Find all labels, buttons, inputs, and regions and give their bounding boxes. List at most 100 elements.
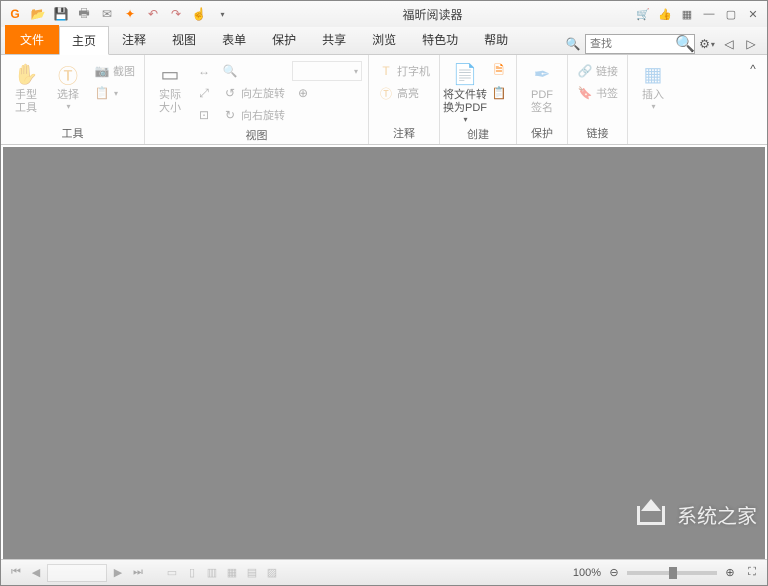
gear-icon[interactable]: ⚙▾ [697, 34, 717, 54]
text-select-icon: Ⓣ [55, 61, 81, 87]
prev-page-button[interactable]: ◀ [27, 564, 45, 582]
tab-protect[interactable]: 保护 [259, 25, 309, 54]
close-button[interactable]: ✕ [743, 5, 763, 23]
watermark: 系统之家 [633, 499, 757, 529]
fullscreen-icon[interactable]: ⛶ [743, 564, 761, 582]
group-protect-label: 保护 [531, 123, 553, 144]
zoom-in-icon: ⊕ [295, 85, 311, 101]
print-icon[interactable]: 🖶 [74, 4, 94, 24]
like-icon[interactable]: 👍 [655, 5, 675, 23]
zoom-combo[interactable]: ▾ [292, 61, 362, 81]
paste-pdf-icon: 📋 [491, 85, 507, 101]
cart-icon[interactable]: 🛒 [633, 5, 653, 23]
grid-icon[interactable]: ▦ [677, 5, 697, 23]
zoom-out-button[interactable]: 🔍 [219, 61, 288, 81]
zoom-in-status-button[interactable]: ⊕ [721, 564, 739, 582]
tab-browse[interactable]: 浏览 [359, 25, 409, 54]
zoom-out-status-button[interactable]: ⊖ [605, 564, 623, 582]
link-button[interactable]: 🔗 链接 [574, 61, 621, 81]
tab-file[interactable]: 文件 [5, 25, 59, 54]
rotate-right-button[interactable]: ↻ 向右旋转 [219, 105, 288, 125]
layout-facing-icon[interactable]: ▥ [203, 564, 221, 582]
last-page-button[interactable]: ⏭ [129, 564, 147, 582]
redo-icon[interactable]: ↷ [166, 4, 186, 24]
document-canvas: 系统之家 [3, 147, 765, 559]
tab-view[interactable]: 视图 [159, 25, 209, 54]
new-icon[interactable]: ✦ [120, 4, 140, 24]
clipboard-button[interactable]: 📋 ▾ [91, 83, 138, 103]
mail-icon[interactable]: ✉ [97, 4, 117, 24]
layout-book-icon[interactable]: ▤ [243, 564, 261, 582]
first-page-button[interactable]: ⏮ [7, 564, 25, 582]
typewriter-button[interactable]: T 打字机 [375, 61, 433, 81]
fit-visible-button[interactable]: ⊡ [193, 105, 215, 125]
snapshot-button[interactable]: 📷 截图 [91, 61, 138, 81]
status-bar: ⏮ ◀ ▶ ⏭ ▭ ▯ ▥ ▦ ▤ ▨ 100% ⊖ ⊕ ⛶ [1, 559, 767, 585]
rotate-right-icon: ↻ [222, 107, 238, 123]
blank-pdf-icon: 🗎 [491, 63, 507, 79]
quick-access-toolbar: G 📂 💾 🖶 ✉ ✦ ↶ ↷ ☝ ▾ 福昕阅读器 🛒 👍 ▦ — ▢ ✕ [1, 1, 767, 27]
fit-page-icon: ⤢ [196, 85, 212, 101]
hand-tool-button[interactable]: ✋ 手型 工具 [7, 61, 45, 115]
qat-more-icon[interactable]: ▾ [212, 4, 232, 24]
tab-feature[interactable]: 特色功 [409, 25, 471, 54]
group-create: 📄 将文件转 换为PDF ▾ 🗎 📋 创建 [440, 55, 517, 144]
sign-icon: ✒ [529, 61, 555, 87]
zoom-slider[interactable] [627, 571, 717, 575]
bookmark-button[interactable]: 🔖 书签 [574, 83, 621, 103]
layout-book2-icon[interactable]: ▨ [263, 564, 281, 582]
layout-cont-icon[interactable]: ▯ [183, 564, 201, 582]
tab-home[interactable]: 主页 [59, 26, 109, 55]
group-link: 🔗 链接 🔖 书签 链接 [568, 55, 628, 144]
layout-single-icon[interactable]: ▭ [163, 564, 181, 582]
actual-size-button[interactable]: ▭ 实际 大小 [151, 61, 189, 115]
insert-button[interactable]: ▦ 插入 ▾ [634, 61, 672, 111]
highlight-icon: Ⓣ [378, 85, 394, 101]
hand-icon: ✋ [13, 61, 39, 87]
save-icon[interactable]: 💾 [51, 4, 71, 24]
tab-share[interactable]: 共享 [309, 25, 359, 54]
highlight-button[interactable]: Ⓣ 高亮 [375, 83, 433, 103]
group-view-label: 视图 [246, 125, 268, 146]
rotate-left-button[interactable]: ↺ 向左旋转 [219, 83, 288, 103]
group-tools: ✋ 手型 工具 Ⓣ 选择 ▾ 📷 截图 📋 ▾ 工具 [1, 55, 145, 144]
group-annotate-label: 注释 [393, 123, 415, 144]
open-icon[interactable]: 📂 [28, 4, 48, 24]
insert-icon: ▦ [640, 61, 666, 87]
group-annotate: T 打字机 Ⓣ 高亮 注释 [369, 55, 440, 144]
bookmark-icon: 🔖 [577, 85, 593, 101]
fit-width-icon: ↔ [196, 63, 212, 79]
nav-next-icon[interactable]: ▷ [741, 34, 761, 54]
blank-pdf-button[interactable]: 🗎 [488, 61, 510, 81]
watermark-icon [633, 499, 673, 529]
next-page-button[interactable]: ▶ [109, 564, 127, 582]
search-input[interactable] [586, 38, 676, 50]
app-title: 福昕阅读器 [232, 6, 633, 23]
fit-width-button[interactable]: ↔ [193, 61, 215, 81]
minimize-button[interactable]: — [699, 5, 719, 23]
group-link-label: 链接 [587, 123, 609, 144]
select-tool-button[interactable]: Ⓣ 选择 ▾ [49, 61, 87, 111]
search-folder-icon[interactable]: 🔍 [563, 34, 583, 54]
convert-button[interactable]: 📄 将文件转 换为PDF ▾ [446, 61, 484, 124]
fit-page-button[interactable]: ⤢ [193, 83, 215, 103]
camera-icon: 📷 [94, 63, 110, 79]
zoom-thumb[interactable] [669, 567, 677, 579]
zoom-in-button[interactable]: ⊕ [292, 83, 362, 103]
tab-help[interactable]: 帮助 [471, 25, 521, 54]
search-button[interactable]: 🔍 [676, 35, 694, 53]
nav-prev-icon[interactable]: ◁ [719, 34, 739, 54]
tab-form[interactable]: 表单 [209, 25, 259, 54]
maximize-button[interactable]: ▢ [721, 5, 741, 23]
tab-annotate[interactable]: 注释 [109, 25, 159, 54]
layout-cont-facing-icon[interactable]: ▦ [223, 564, 241, 582]
touch-icon[interactable]: ☝ [189, 4, 209, 24]
app-logo-icon[interactable]: G [5, 4, 25, 24]
group-protect: ✒ PDF 签名 保护 [517, 55, 568, 144]
page-input[interactable] [47, 564, 107, 582]
sign-button[interactable]: ✒ PDF 签名 [523, 61, 561, 115]
from-clipboard-button[interactable]: 📋 [488, 83, 510, 103]
rotate-left-icon: ↺ [222, 85, 238, 101]
undo-icon[interactable]: ↶ [143, 4, 163, 24]
collapse-ribbon-icon[interactable]: ^ [743, 59, 763, 79]
